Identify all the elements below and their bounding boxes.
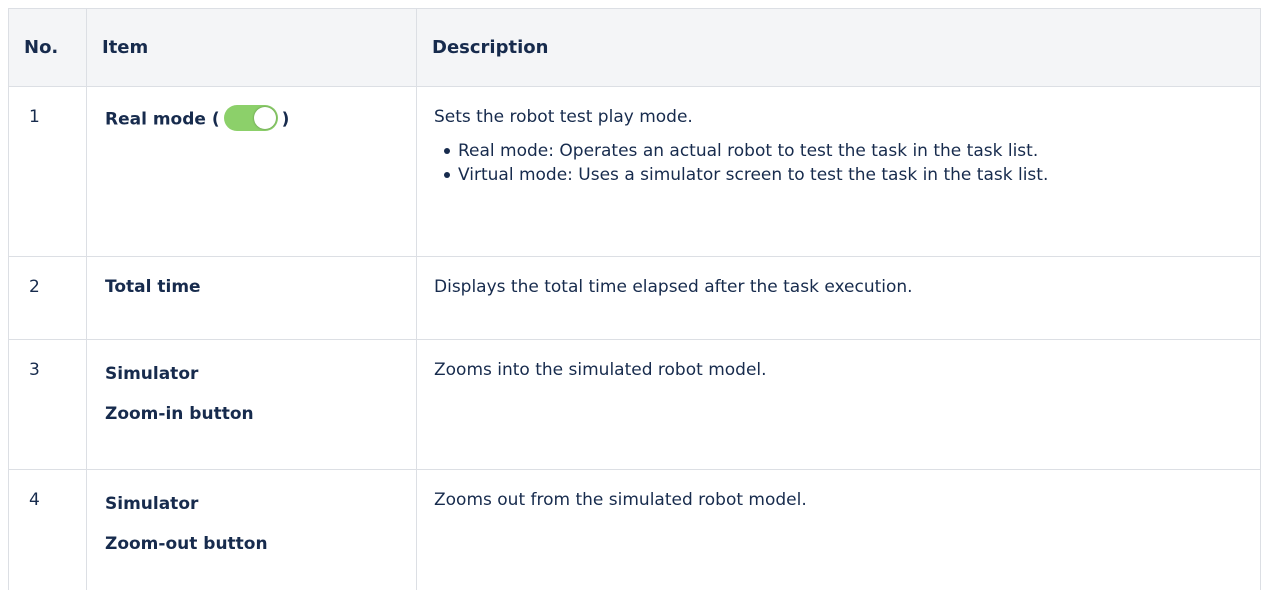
row-number: 2	[8, 256, 87, 340]
list-item: Virtual mode: Uses a simulator screen to…	[444, 163, 1245, 187]
description-table: No. Item Description 1 Real mode () Sets…	[8, 8, 1261, 590]
header-description: Description	[416, 8, 1261, 87]
row-description: Zooms into the simulated robot model.	[416, 339, 1261, 470]
table-row: 4 Simulator Zoom-out button Zooms out fr…	[8, 469, 1261, 590]
table-row: 3 Simulator Zoom-in button Zooms into th…	[8, 339, 1261, 470]
item-label: Real mode (	[105, 109, 220, 130]
toggle-knob	[253, 107, 276, 129]
row-item: Real mode ()	[86, 86, 417, 257]
table-row: 1 Real mode () Sets the robot test play …	[8, 86, 1261, 257]
row-description: Zooms out from the simulated robot model…	[416, 469, 1261, 590]
item-label-suffix: )	[281, 109, 290, 130]
item-label-line1: Simulator	[105, 364, 199, 384]
toggle-on-icon	[223, 105, 278, 131]
row-number: 3	[8, 339, 87, 470]
list-item: Real mode: Operates an actual robot to t…	[444, 139, 1245, 163]
header-no: No.	[8, 8, 87, 87]
table-row: 2 Total time Displays the total time ela…	[8, 256, 1261, 340]
row-description: Displays the total time elapsed after th…	[416, 256, 1261, 340]
table-header-row: No. Item Description	[8, 8, 1261, 87]
row-item: Simulator Zoom-in button	[86, 339, 417, 470]
row-description: Sets the robot test play mode. Real mode…	[416, 86, 1261, 257]
row-number: 1	[8, 86, 87, 257]
row-item: Simulator Zoom-out button	[86, 469, 417, 590]
description-bullet-list: Real mode: Operates an actual robot to t…	[434, 139, 1245, 187]
item-label-line1: Simulator	[105, 494, 199, 514]
row-number: 4	[8, 469, 87, 590]
header-item: Item	[86, 8, 417, 87]
row-item: Total time	[86, 256, 417, 340]
item-label-line2: Zoom-in button	[105, 404, 254, 424]
description-text: Sets the robot test play mode.	[434, 107, 693, 127]
item-label-line2: Zoom-out button	[105, 534, 268, 554]
